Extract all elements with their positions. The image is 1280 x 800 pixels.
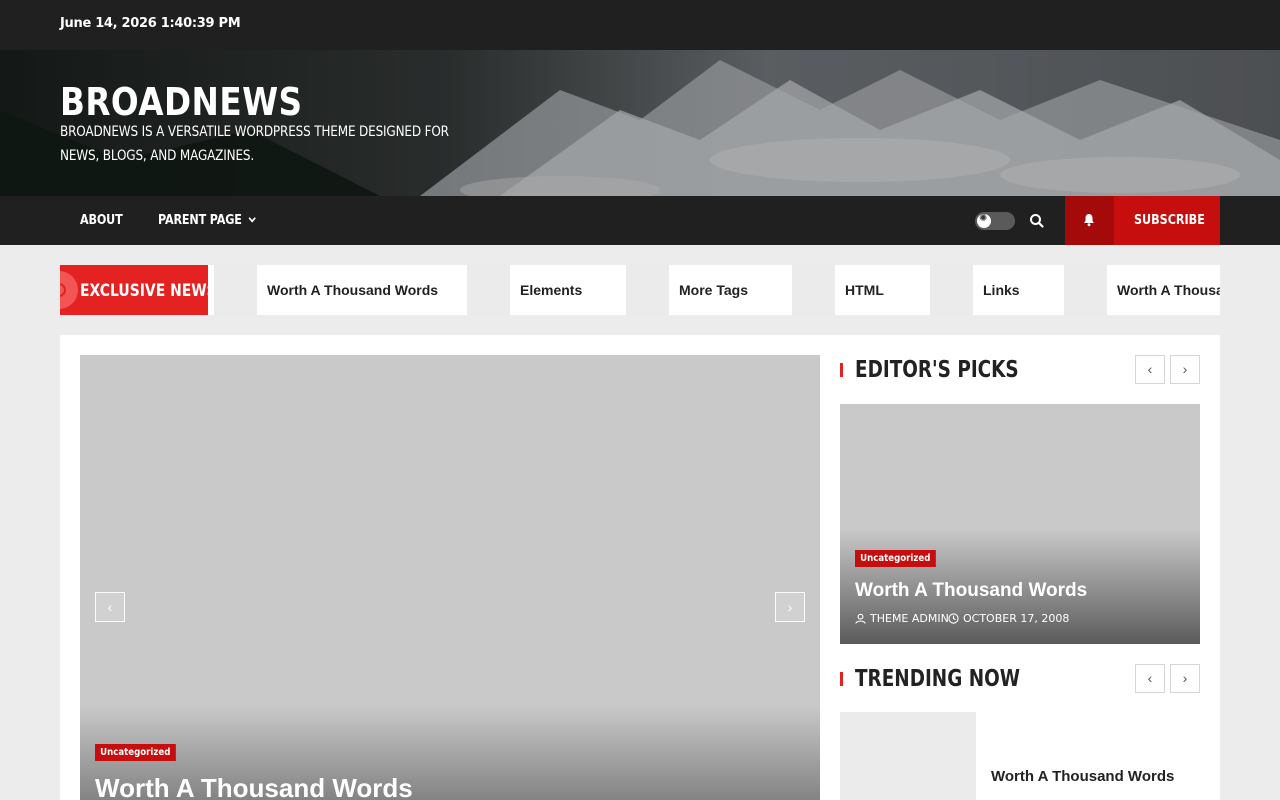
header-banner: BROADNEWS BROADNEWS IS A VERSATILE WORDP… bbox=[0, 50, 1280, 196]
trending-thumbnail[interactable] bbox=[840, 712, 976, 800]
ticker-thumbnail bbox=[467, 265, 510, 315]
sun-icon bbox=[977, 213, 991, 228]
ticker-label-text: EXCLUSIVE NEWS bbox=[80, 281, 208, 301]
post-author[interactable]: THEME ADMIN bbox=[855, 612, 949, 625]
ticker-thumbnail bbox=[626, 265, 669, 315]
nav-item-label: PARENT PAGE bbox=[158, 213, 242, 228]
search-button[interactable] bbox=[1026, 210, 1048, 232]
site-title[interactable]: BROADNEWS bbox=[60, 80, 303, 124]
category-badge[interactable]: Uncategorized bbox=[855, 550, 936, 567]
dark-mode-toggle[interactable] bbox=[975, 212, 1015, 230]
ticker-item-title: Worth A Thousand Words bbox=[267, 282, 439, 298]
subscribe-label: SUBSCRIBE bbox=[1134, 213, 1205, 228]
user-icon bbox=[855, 613, 866, 624]
top-bar: June 14, 2026 1:40:39 PM bbox=[0, 0, 1280, 50]
category-badge[interactable]: Uncategorized bbox=[95, 744, 176, 761]
ticker-thumbnail bbox=[1064, 265, 1107, 315]
bell-icon-box bbox=[1065, 196, 1114, 245]
ticker-thumbnail bbox=[930, 265, 973, 315]
editors-picks-header: EDITOR'S PICKS ‹ › bbox=[840, 355, 1200, 385]
slider-prev-button[interactable]: ‹ bbox=[95, 592, 125, 622]
picks-next-button[interactable]: › bbox=[1170, 355, 1200, 384]
site-description: BROADNEWS IS A VERSATILE WORDPRESS THEME… bbox=[60, 124, 449, 164]
slide-title[interactable]: Worth A Thousand Words bbox=[95, 773, 413, 800]
author-name: THEME ADMIN bbox=[870, 612, 949, 625]
ticker-item-title: Elements bbox=[520, 282, 583, 298]
ticker-item-title: Links bbox=[983, 282, 1020, 298]
trending-item-title[interactable]: Worth A Thousand Words bbox=[991, 768, 1174, 785]
trending-now-header: TRENDING NOW ‹ › bbox=[840, 664, 1200, 694]
current-datetime: June 14, 2026 1:40:39 PM bbox=[60, 16, 241, 31]
ticker-thumbnail bbox=[792, 265, 835, 315]
pick-title[interactable]: Worth A Thousand Words bbox=[855, 580, 1087, 602]
search-icon bbox=[1030, 214, 1044, 228]
clock-icon bbox=[948, 613, 959, 624]
main-slider[interactable]: ‹ › Uncategorized Worth A Thousand Words bbox=[80, 355, 820, 800]
nav-item-about[interactable]: ABOUT bbox=[80, 213, 123, 228]
bell-icon bbox=[1084, 214, 1094, 227]
section-title: TRENDING NOW bbox=[855, 666, 1021, 692]
picks-prev-button[interactable]: ‹ bbox=[1135, 355, 1165, 384]
section-title: EDITOR'S PICKS bbox=[855, 357, 1019, 383]
chevron-down-icon bbox=[248, 217, 257, 223]
nav-item-label: ABOUT bbox=[80, 213, 123, 228]
live-pulse-icon bbox=[60, 271, 78, 309]
date-text: OCTOBER 17, 2008 bbox=[963, 612, 1070, 625]
section-accent-bar bbox=[840, 672, 843, 686]
slider-next-button[interactable]: › bbox=[775, 592, 805, 622]
ticker-label: EXCLUSIVE NEWS bbox=[60, 265, 208, 315]
ticker-item-title: More Tags bbox=[679, 282, 748, 298]
ticker-item-title: HTML bbox=[845, 282, 884, 298]
subscribe-button[interactable]: SUBSCRIBE bbox=[1065, 196, 1220, 245]
ticker-item-title: Worth A Thousand Words bbox=[1117, 282, 1220, 298]
news-ticker: EXCLUSIVE NEWS Worth A Thousand Words El… bbox=[60, 265, 1220, 315]
post-date: OCTOBER 17, 2008 bbox=[948, 612, 1069, 625]
section-accent-bar bbox=[840, 363, 843, 377]
trending-prev-button[interactable]: ‹ bbox=[1135, 664, 1165, 693]
nav-item-parent-page[interactable]: PARENT PAGE bbox=[158, 213, 257, 228]
ticker-thumbnail bbox=[214, 265, 257, 315]
trending-next-button[interactable]: › bbox=[1170, 664, 1200, 693]
editors-pick-card[interactable]: Uncategorized Worth A Thousand Words THE… bbox=[840, 404, 1200, 644]
